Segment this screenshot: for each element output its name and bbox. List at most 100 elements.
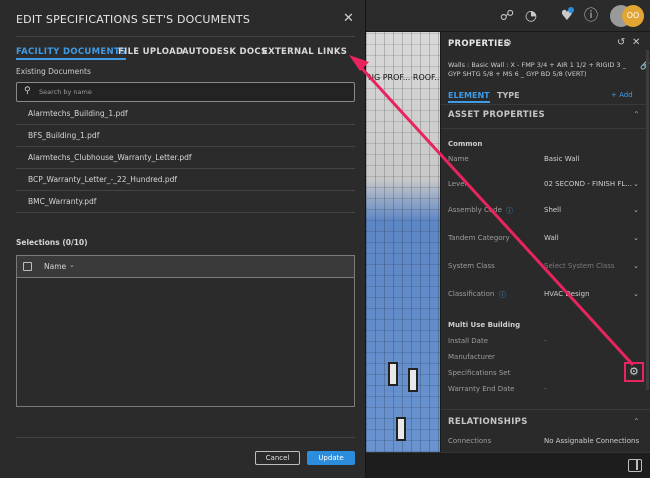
- name-column-header[interactable]: Name: [44, 262, 66, 271]
- tab-autodesk-docs[interactable]: AUTODESK DOCS: [182, 47, 267, 57]
- document-name: BCP_Warranty_Letter_-_22_Hundred.pdf: [28, 175, 178, 184]
- property-value[interactable]: Shell: [544, 206, 561, 214]
- edit-specifications-dialog: EDIT SPECIFICATIONS SET'S DOCUMENTS ✕ FA…: [0, 0, 366, 478]
- selections-label: Selections (0/10): [16, 238, 88, 247]
- chevron-down-icon[interactable]: ⌄: [69, 261, 75, 269]
- document-row[interactable]: BMC_Warranty.pdf: [16, 191, 355, 213]
- property-label: Level: [448, 180, 467, 188]
- property-label: System Class: [448, 262, 495, 270]
- close-icon[interactable]: ✕: [343, 11, 354, 26]
- tab-type[interactable]: TYPE: [497, 91, 520, 100]
- property-row: Classification ⓘ HVAC Design ⌄: [441, 290, 650, 302]
- building-window: [408, 368, 418, 392]
- document-name: Alarmtechs_Building_1.pdf: [28, 109, 128, 118]
- property-label: Specifications Set: [448, 369, 511, 377]
- divider: [441, 104, 650, 105]
- dialog-title: EDIT SPECIFICATIONS SET'S DOCUMENTS: [16, 13, 251, 26]
- app-root: ☍ ◔ ♥ ⓘ OO NG PROF... ROOF... PROPERTIES…: [0, 0, 650, 478]
- search-icon: ⚲: [24, 86, 31, 96]
- property-row: Level 02 SECOND - FINISH FL... ⌄: [441, 180, 650, 192]
- info-icon[interactable]: ⓘ: [499, 290, 506, 300]
- property-label: Classification: [448, 290, 495, 298]
- history-icon[interactable]: ↺: [617, 37, 625, 48]
- selections-table: Name ⌄: [16, 255, 355, 407]
- document-row[interactable]: Alarmtechs_Clubhouse_Warranty_Letter.pdf: [16, 147, 355, 169]
- document-name: BFS_Building_1.pdf: [28, 131, 100, 140]
- property-row: Name Basic Wall: [441, 155, 650, 167]
- chart-pie-icon[interactable]: ◔: [522, 7, 540, 25]
- building-window: [388, 362, 398, 386]
- chevron-down-icon[interactable]: ⌄: [633, 206, 639, 214]
- avatar[interactable]: OO: [610, 5, 644, 27]
- model-viewport[interactable]: NG PROF... ROOF...: [366, 32, 440, 452]
- property-value[interactable]: HVAC Design: [544, 290, 590, 298]
- panel-toggle-icon[interactable]: [628, 459, 642, 472]
- viewport-level-label: NG PROF... ROOF...: [368, 73, 440, 82]
- property-label: Tandem Category: [448, 234, 510, 242]
- property-row: Install Date -: [441, 337, 650, 349]
- property-row: System Class Select System Class ⌄: [441, 262, 650, 274]
- connections-label: Connections: [448, 437, 492, 445]
- property-value[interactable]: Select System Class: [544, 262, 615, 270]
- relationships-header[interactable]: RELATIONSHIPS: [448, 417, 528, 427]
- divider: [16, 437, 355, 438]
- update-button[interactable]: Update: [307, 451, 355, 465]
- chevron-up-icon[interactable]: ⌃: [633, 417, 640, 426]
- cancel-button[interactable]: Cancel: [255, 451, 300, 465]
- notification-badge: [568, 7, 574, 13]
- property-value[interactable]: 02 SECOND - FINISH FL...: [544, 180, 632, 188]
- divider: [441, 128, 650, 129]
- property-row: Warranty End Date -: [441, 385, 650, 397]
- common-group-header: Common: [448, 140, 483, 148]
- search-box: ⚲: [16, 82, 355, 102]
- property-row: Specifications Set: [441, 369, 650, 381]
- property-label: Warranty End Date: [448, 385, 515, 393]
- property-value[interactable]: Wall: [544, 234, 559, 242]
- building-facade-lines: [366, 32, 440, 452]
- bookmark-icon[interactable]: ☍: [498, 7, 516, 25]
- chevron-up-icon[interactable]: ⌃: [633, 110, 640, 119]
- property-row: Tandem Category Wall ⌄: [441, 234, 650, 246]
- add-button[interactable]: + Add: [611, 91, 633, 99]
- divider: [441, 409, 650, 410]
- asset-properties-header[interactable]: ASSET PROPERTIES: [448, 110, 545, 120]
- search-input[interactable]: [39, 85, 339, 99]
- document-row[interactable]: BFS_Building_1.pdf: [16, 125, 355, 147]
- tab-file-upload[interactable]: FILE UPLOAD: [118, 47, 183, 57]
- tab-facility-documents[interactable]: FACILITY DOCUMENTS: [16, 47, 127, 60]
- property-label: Install Date: [448, 337, 489, 345]
- help-icon[interactable]: ⓘ: [582, 7, 600, 25]
- chevron-down-icon[interactable]: ⌄: [633, 234, 639, 242]
- tab-external-links[interactable]: EXTERNAL LINKS: [262, 47, 347, 57]
- property-value: -: [544, 337, 547, 345]
- property-label: Manufacturer: [448, 353, 495, 361]
- properties-title: PROPERTIES: [448, 39, 511, 49]
- element-path: Walls : Basic Wall : X - FMP 3/4 + AIR 1…: [448, 61, 626, 78]
- properties-panel: PROPERTIES ⚙ ↺ ✕ Walls : Basic Wall : X …: [440, 32, 650, 452]
- document-row[interactable]: Alarmtechs_Building_1.pdf: [16, 103, 355, 125]
- property-value: -: [544, 385, 547, 393]
- existing-documents-label: Existing Documents: [16, 67, 91, 76]
- specifications-set-gear-highlight[interactable]: ⚙: [624, 362, 644, 382]
- document-name: BMC_Warranty.pdf: [28, 197, 97, 206]
- document-row[interactable]: BCP_Warranty_Letter_-_22_Hundred.pdf: [16, 169, 355, 191]
- close-icon[interactable]: ✕: [632, 37, 640, 48]
- gear-icon[interactable]: ⚙: [503, 38, 512, 49]
- property-label: Name: [448, 155, 469, 163]
- property-label: Assembly Code: [448, 206, 502, 214]
- info-icon[interactable]: ⓘ: [506, 206, 513, 216]
- chevron-down-icon[interactable]: ⌄: [633, 290, 639, 298]
- property-row: Manufacturer: [441, 353, 650, 365]
- tab-element[interactable]: ELEMENT: [448, 91, 490, 103]
- property-value: Basic Wall: [544, 155, 580, 163]
- avatar-initials: OO: [622, 5, 644, 27]
- connections-row: Connections No Assignable Connections: [441, 437, 650, 449]
- gear-icon[interactable]: ⚙: [629, 365, 639, 378]
- connections-value: No Assignable Connections: [544, 437, 640, 445]
- properties-scrollbar[interactable]: [646, 50, 649, 390]
- multi-use-group-header: Multi Use Building: [448, 321, 521, 329]
- chevron-down-icon[interactable]: ⌄: [633, 180, 639, 188]
- chevron-down-icon[interactable]: ⌄: [633, 262, 639, 270]
- selections-table-header: Name ⌄: [17, 256, 354, 278]
- select-all-checkbox[interactable]: [23, 262, 32, 271]
